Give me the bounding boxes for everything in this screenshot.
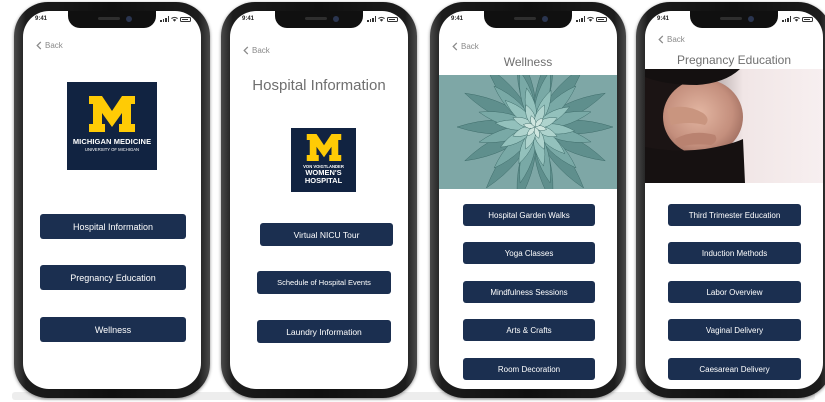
- phone-notch: [68, 11, 156, 28]
- third-trimester-education-button[interactable]: Third Trimester Education: [668, 204, 801, 226]
- phone-pregnancy-education: 9:41 Back Pregnancy Education Third Trim…: [636, 2, 825, 398]
- pregnant-belly-photo: [645, 69, 823, 183]
- status-time: 9:41: [451, 16, 464, 22]
- signal-icon: [367, 16, 376, 22]
- wifi-icon: [378, 16, 385, 22]
- arts-and-crafts-button[interactable]: Arts & Crafts: [463, 319, 595, 341]
- phone-wellness: 9:41 Back Wellness Hospital Garden Walks…: [430, 2, 626, 398]
- status-icons: [782, 16, 813, 22]
- hospital-garden-walks-button[interactable]: Hospital Garden Walks: [463, 204, 595, 226]
- laundry-information-button[interactable]: Laundry Information: [257, 320, 391, 343]
- phone-notch: [275, 11, 363, 28]
- logo-line-3: HOSPITAL: [304, 176, 343, 185]
- mindfulness-sessions-button[interactable]: Mindfulness Sessions: [463, 281, 595, 303]
- schedule-of-hospital-events-button[interactable]: Schedule of Hospital Events: [257, 271, 391, 294]
- screen-wellness: 9:41 Back Wellness Hospital Garden Walks…: [439, 11, 617, 389]
- womens-hospital-logo: VON VOIGTLANDER WOMEN'S HOSPITAL: [291, 128, 356, 192]
- caesarean-delivery-button[interactable]: Caesarean Delivery: [668, 358, 801, 380]
- screen-hospital-information: 9:41 Back Hospital Information VON VOIGT…: [230, 11, 408, 389]
- battery-icon: [596, 17, 607, 22]
- michigan-medicine-logo: MICHIGAN MEDICINE UNIVERSITY OF MICHIGAN: [67, 82, 157, 170]
- page-title: Hospital Information: [252, 77, 386, 94]
- status-icons: [576, 16, 607, 22]
- signal-icon: [782, 16, 791, 22]
- status-icons: [160, 16, 191, 22]
- logo-line-1: MICHIGAN MEDICINE: [72, 137, 152, 146]
- battery-icon: [802, 17, 813, 22]
- room-decoration-button[interactable]: Room Decoration: [463, 358, 595, 380]
- block-m-logo-icon: [89, 96, 135, 132]
- phone-hospital-information: 9:41 Back Hospital Information VON VOIGT…: [221, 2, 417, 398]
- back-button[interactable]: Back: [452, 42, 479, 51]
- chevron-left-icon: [452, 42, 458, 51]
- wellness-button[interactable]: Wellness: [40, 317, 186, 342]
- page-title: Wellness: [503, 55, 553, 69]
- back-button[interactable]: Back: [658, 35, 685, 44]
- wifi-icon: [171, 16, 178, 22]
- succulent-plant-image: [456, 75, 614, 189]
- signal-icon: [160, 16, 169, 22]
- wifi-icon: [587, 16, 594, 22]
- labor-overview-button[interactable]: Labor Overview: [668, 281, 801, 303]
- back-button[interactable]: Back: [243, 46, 270, 55]
- back-button[interactable]: Back: [36, 41, 63, 50]
- screen-pregnancy-education: 9:41 Back Pregnancy Education Third Trim…: [645, 11, 823, 389]
- pregnant-belly-image: [645, 69, 823, 183]
- status-time: 9:41: [657, 16, 670, 22]
- hospital-information-button[interactable]: Hospital Information: [40, 214, 186, 239]
- induction-methods-button[interactable]: Induction Methods: [668, 242, 801, 264]
- page-title: Pregnancy Education: [676, 53, 792, 67]
- app-screens-showcase: 9:41 Back MICHIGAN MEDICINE UNIVERSITY O…: [0, 0, 825, 402]
- back-label: Back: [252, 46, 270, 55]
- phone-home: 9:41 Back MICHIGAN MEDICINE UNIVERSITY O…: [14, 2, 210, 398]
- back-label: Back: [667, 35, 685, 44]
- signal-icon: [576, 16, 585, 22]
- back-label: Back: [45, 41, 63, 50]
- succulent-photo: [439, 75, 617, 189]
- wifi-icon: [793, 16, 800, 22]
- pregnancy-education-button[interactable]: Pregnancy Education: [40, 265, 186, 290]
- status-time: 9:41: [35, 16, 48, 22]
- virtual-nicu-tour-button[interactable]: Virtual NICU Tour: [260, 223, 393, 246]
- status-time: 9:41: [242, 16, 255, 22]
- phone-notch: [690, 11, 778, 28]
- logo-line-2: UNIVERSITY OF MICHIGAN: [84, 147, 140, 152]
- status-icons: [367, 16, 398, 22]
- back-label: Back: [461, 42, 479, 51]
- vaginal-delivery-button[interactable]: Vaginal Delivery: [668, 319, 801, 341]
- battery-icon: [180, 17, 191, 22]
- yoga-classes-button[interactable]: Yoga Classes: [463, 242, 595, 264]
- battery-icon: [387, 17, 398, 22]
- phone-notch: [484, 11, 572, 28]
- chevron-left-icon: [243, 46, 249, 55]
- block-m-logo-icon: [306, 134, 341, 161]
- screen-home: 9:41 Back MICHIGAN MEDICINE UNIVERSITY O…: [23, 11, 201, 389]
- chevron-left-icon: [36, 41, 42, 50]
- chevron-left-icon: [658, 35, 664, 44]
